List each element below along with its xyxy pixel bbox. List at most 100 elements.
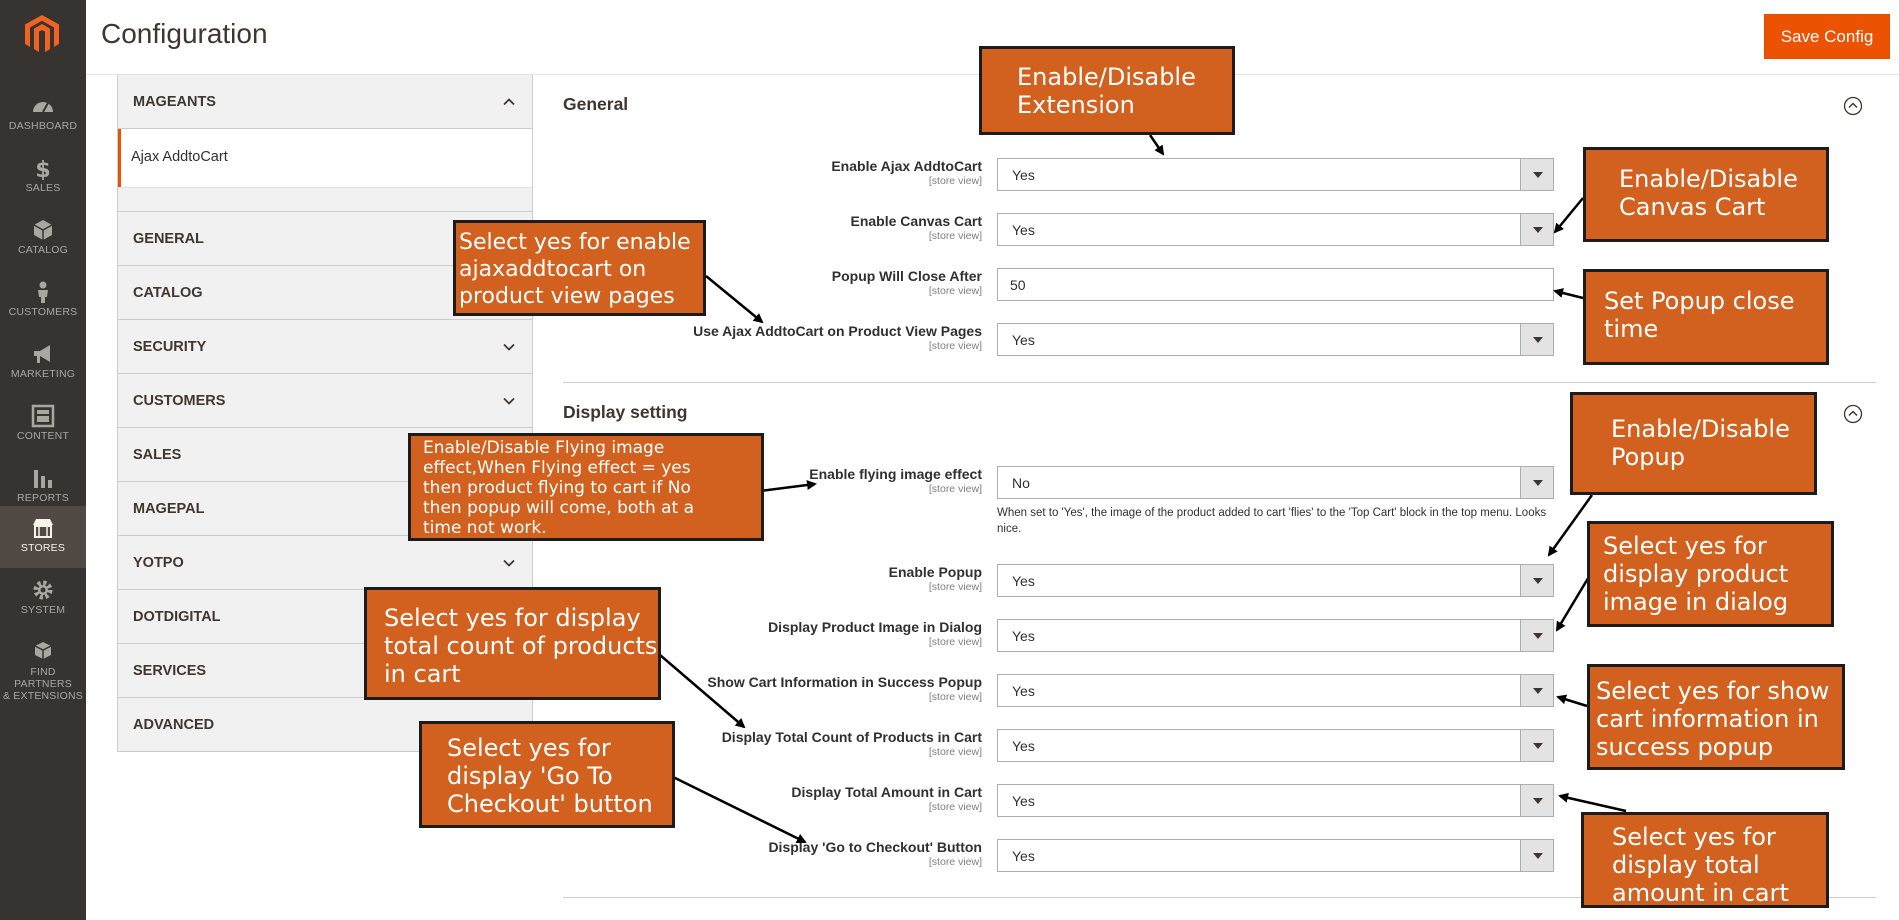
callout-text: Select yes for display total count of pr… xyxy=(384,604,658,688)
dropdown-arrow-icon xyxy=(1520,785,1553,816)
field-label-text: Display 'Go to Checkout' Button xyxy=(768,839,982,855)
dropdown-arrow-icon xyxy=(1520,159,1553,190)
section-title-general[interactable]: General xyxy=(563,94,628,115)
field-label: Show Cart Information in Success Popup [s… xyxy=(707,674,982,703)
field-label-text: Display Total Amount in Cart xyxy=(791,784,982,800)
field-label-text: Enable Canvas Cart xyxy=(850,213,983,229)
section-title-display[interactable]: Display setting xyxy=(563,402,687,423)
nav-sales[interactable]: $ SALES xyxy=(0,146,86,208)
tab-group-mageants[interactable]: MAGEANTS xyxy=(118,75,532,129)
tab-yotpo[interactable]: YOTPO xyxy=(118,535,532,589)
enable-ajax-addtocart-select[interactable]: Yes xyxy=(997,158,1554,191)
tab-customers[interactable]: CUSTOMERS xyxy=(118,373,532,427)
callout-text: Enable/Disable Extension xyxy=(1017,63,1196,119)
arrow-line xyxy=(1556,694,1588,708)
field-label-text: Enable Popup xyxy=(888,564,982,580)
callout-text: Select yes for display 'Go To Checkout' … xyxy=(447,734,653,818)
bar-chart-icon xyxy=(34,470,52,488)
callout-cart-info: Select yes for show cart information in … xyxy=(1587,664,1845,770)
tab-label: GENERAL xyxy=(133,231,204,247)
scope-label: [store view] xyxy=(928,691,982,703)
callout-text: Select yes for display product image in … xyxy=(1603,532,1789,616)
select-value: Yes xyxy=(1012,683,1035,699)
nav-find-partners-label: FIND PARTNERS & EXTENSIONS xyxy=(2,666,83,702)
callout-total-count: Select yes for display total count of pr… xyxy=(364,587,661,700)
tab-label: DOTDIGITAL xyxy=(133,609,221,625)
enable-popup-select[interactable]: Yes xyxy=(997,564,1554,597)
tab-label: SALES xyxy=(133,447,182,463)
enable-canvas-cart-select[interactable]: Yes xyxy=(997,213,1554,246)
admin-sidebar: DASHBOARD $ SALES CATALOG CUSTOMERS MARK… xyxy=(0,0,86,920)
arrow-line xyxy=(1148,134,1165,156)
dropdown-arrow-icon xyxy=(1520,565,1553,596)
field-label-text: Enable Ajax AddtoCart xyxy=(831,158,982,174)
callout-text: Enable/Disable Popup xyxy=(1611,415,1790,471)
callout-enable-extension: Enable/Disable Extension xyxy=(979,46,1235,135)
tab-item-ajax-addtocart[interactable]: Ajax AddtoCart xyxy=(118,129,532,187)
dropdown-arrow-icon xyxy=(1520,675,1553,706)
layout-icon xyxy=(31,404,55,428)
use-on-product-view-select[interactable]: Yes xyxy=(997,323,1554,356)
magento-logo-icon[interactable] xyxy=(24,14,60,54)
field-label: Enable Popup [store view] xyxy=(889,564,982,593)
megaphone-icon xyxy=(34,345,50,363)
scope-label: [store view] xyxy=(928,801,982,813)
collapse-toggle-icon[interactable] xyxy=(1843,96,1863,116)
flying-image-effect-select[interactable]: No xyxy=(997,466,1554,499)
tab-label: YOTPO xyxy=(133,555,184,571)
display-go-to-checkout-select[interactable]: Yes xyxy=(997,839,1554,872)
nav-marketing-label: MARKETING xyxy=(10,368,76,380)
dashboard-icon xyxy=(33,102,53,113)
callout-popup-close: Set Popup close time xyxy=(1583,269,1829,365)
tab-label: CATALOG xyxy=(133,285,203,301)
scope-label: [store view] xyxy=(928,483,982,495)
nav-catalog[interactable]: CATALOG xyxy=(0,208,86,270)
collapse-toggle-icon[interactable] xyxy=(1843,404,1863,424)
chevron-down-icon xyxy=(503,343,515,351)
nav-dashboard-label: DASHBOARD xyxy=(8,120,78,132)
save-config-button[interactable]: Save Config xyxy=(1764,14,1890,59)
callout-product-image: Select yes for display product image in … xyxy=(1587,521,1834,627)
nav-reports-label: REPORTS xyxy=(17,492,69,504)
store-icon xyxy=(33,519,53,538)
field-label-text: Use Ajax AddtoCart on Product View Pages xyxy=(693,323,982,339)
field-label-text: Display Total Count of Products in Cart xyxy=(721,729,982,745)
arrow-line xyxy=(759,480,817,493)
nav-catalog-label: CATALOG xyxy=(17,244,69,256)
callout-text: Set Popup close time xyxy=(1604,287,1795,343)
tab-item-label: Ajax AddtoCart xyxy=(131,149,228,165)
nav-content-label: CONTENT xyxy=(16,430,70,442)
dropdown-arrow-icon xyxy=(1520,467,1553,498)
nav-marketing[interactable]: MARKETING xyxy=(0,332,86,394)
nav-system[interactable]: SYSTEM xyxy=(0,568,86,630)
display-total-count-select[interactable]: Yes xyxy=(997,729,1554,762)
select-value: Yes xyxy=(1012,628,1035,644)
display-total-amount-select[interactable]: Yes xyxy=(997,784,1554,817)
nav-content[interactable]: CONTENT xyxy=(0,394,86,456)
svg-text:$: $ xyxy=(35,158,50,180)
callout-total-amount: Select yes for display total amount in c… xyxy=(1581,812,1829,908)
callout-text: Select yes for display total amount in c… xyxy=(1612,823,1789,907)
show-cart-info-select[interactable]: Yes xyxy=(997,674,1554,707)
callout-enable-popup: Enable/Disable Popup xyxy=(1570,392,1817,495)
tab-label: SECURITY xyxy=(133,339,207,355)
popup-close-after-input[interactable]: 50 xyxy=(997,268,1554,301)
gear-icon xyxy=(33,580,53,600)
scope-label: [store view] xyxy=(928,340,982,352)
nav-dashboard[interactable]: DASHBOARD xyxy=(0,84,86,146)
nav-stores[interactable]: STORES xyxy=(0,506,86,568)
nav-system-label: SYSTEM xyxy=(20,604,66,616)
tab-spacer xyxy=(118,187,532,211)
field-label: Display Total Amount in Cart [store view] xyxy=(791,784,982,813)
nav-sales-label: SALES xyxy=(25,182,61,194)
field-label: Enable flying image effect [store view] xyxy=(809,466,982,495)
chevron-down-icon xyxy=(503,397,515,405)
callout-product-view: Select yes for enable ajaxaddtocart on p… xyxy=(453,220,706,316)
scope-label: [store view] xyxy=(928,856,982,868)
nav-customers[interactable]: CUSTOMERS xyxy=(0,270,86,332)
nav-find-partners[interactable]: FIND PARTNERS & EXTENSIONS xyxy=(0,630,86,706)
display-product-image-select[interactable]: Yes xyxy=(997,619,1554,652)
field-label: Enable Canvas Cart [store view] xyxy=(851,213,983,242)
tab-security[interactable]: SECURITY xyxy=(118,319,532,373)
page-title: Configuration xyxy=(101,18,268,49)
